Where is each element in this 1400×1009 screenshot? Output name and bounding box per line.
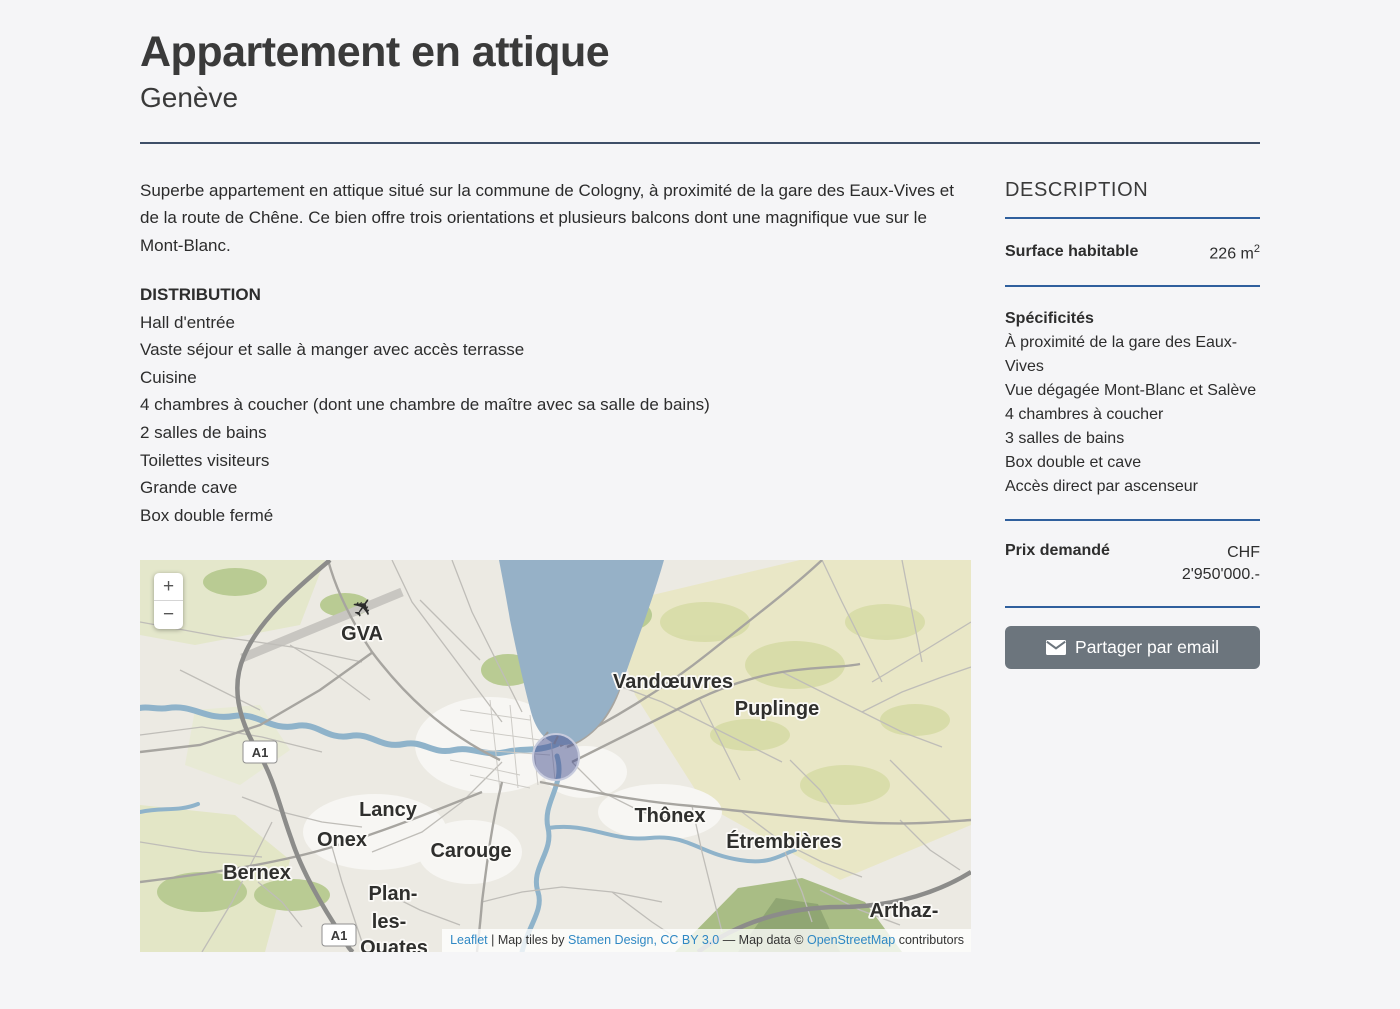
distribution-heading: DISTRIBUTION xyxy=(140,281,971,309)
map-town-label: Onex xyxy=(317,829,367,851)
spec-item: À proximité de la gare des Eaux-Vives xyxy=(1005,331,1260,379)
map-attribution: Leaflet | Map tiles by Stamen Design, CC… xyxy=(442,929,971,953)
specs-section: Spécificités À proximité de la gare des … xyxy=(1005,307,1260,499)
map-town-label: Ouates xyxy=(360,937,428,952)
zoom-in-button[interactable]: + xyxy=(154,573,183,601)
intro-paragraph: Superbe appartement en attique situé sur… xyxy=(140,177,971,260)
map-town-label: Thônex xyxy=(634,805,705,827)
property-page: Appartement en attique Genève Superbe ap… xyxy=(140,0,1260,952)
distribution-item: Grande cave xyxy=(140,474,971,502)
share-email-button[interactable]: Partager par email xyxy=(1005,626,1260,669)
cc-license-link[interactable]: CC BY 3.0 xyxy=(660,933,719,947)
map-tiles: ✈ A1 A1 GVA Vandœuvres xyxy=(140,560,971,952)
spec-item: 4 chambres à coucher xyxy=(1005,403,1260,427)
distribution-item: Toilettes visiteurs xyxy=(140,447,971,475)
osm-link[interactable]: OpenStreetMap xyxy=(807,933,895,947)
map-town-label: Arthaz- xyxy=(870,900,939,922)
page-title: Appartement en attique xyxy=(140,28,1260,76)
road-badge-a1: A1 xyxy=(322,924,356,946)
map[interactable]: ✈ A1 A1 GVA Vandœuvres xyxy=(140,560,971,952)
sidebar-heading: DESCRIPTION xyxy=(1005,179,1260,202)
map-town-label: Carouge xyxy=(430,840,511,862)
surface-value: 226 m2 xyxy=(1209,243,1260,263)
sidebar-divider xyxy=(1005,217,1260,219)
sidebar-divider xyxy=(1005,519,1260,521)
map-town-label: Puplinge xyxy=(735,698,819,720)
page-subtitle: Genève xyxy=(140,81,1260,115)
distribution-list: Hall d'entrée Vaste séjour et salle à ma… xyxy=(140,309,971,529)
email-icon xyxy=(1046,640,1066,655)
leaflet-link[interactable]: Leaflet xyxy=(450,933,488,947)
map-town-label: GVA xyxy=(341,623,383,645)
price-value: CHF 2'950'000.- xyxy=(1150,542,1260,586)
main-content: Superbe appartement en attique situé sur… xyxy=(140,177,971,952)
sidebar-divider xyxy=(1005,606,1260,608)
sidebar: DESCRIPTION Surface habitable 226 m2 Spé… xyxy=(1005,177,1260,952)
price-label: Prix demandé xyxy=(1005,542,1110,586)
map-town-label: Étrembières xyxy=(726,830,842,853)
attribution-text: | Map tiles by xyxy=(488,933,568,947)
page-header: Appartement en attique Genève xyxy=(140,28,1260,115)
specs-heading: Spécificités xyxy=(1005,307,1260,331)
svg-text:A1: A1 xyxy=(331,928,348,943)
spec-item: Box double et cave xyxy=(1005,451,1260,475)
distribution-item: 2 salles de bains xyxy=(140,419,971,447)
attribution-text: — Map data © xyxy=(719,933,807,947)
road-badge-a1: A1 xyxy=(243,741,277,763)
surface-label: Surface habitable xyxy=(1005,243,1138,263)
zoom-out-button[interactable]: − xyxy=(154,601,183,629)
header-divider xyxy=(140,142,1260,144)
distribution-item: Vaste séjour et salle à manger avec accè… xyxy=(140,336,971,364)
location-marker[interactable] xyxy=(533,734,579,780)
spec-item: Accès direct par ascenseur xyxy=(1005,475,1260,499)
spec-item: Vue dégagée Mont-Blanc et Salève xyxy=(1005,379,1260,403)
map-zoom-control: + − xyxy=(154,573,183,629)
svg-text:A1: A1 xyxy=(252,745,269,760)
map-town-label: Lancy xyxy=(359,799,418,821)
stamen-link[interactable]: Stamen Design xyxy=(568,933,653,947)
spec-item: 3 salles de bains xyxy=(1005,427,1260,451)
share-email-label: Partager par email xyxy=(1075,637,1219,658)
map-town-label: Vandœuvres xyxy=(613,671,733,693)
surface-row: Surface habitable 226 m2 xyxy=(1005,243,1260,263)
distribution-item: Hall d'entrée xyxy=(140,309,971,337)
attribution-text: contributors xyxy=(895,933,964,947)
map-town-label: Bernex xyxy=(223,862,291,884)
distribution-item: Cuisine xyxy=(140,364,971,392)
price-row: Prix demandé CHF 2'950'000.- xyxy=(1005,542,1260,586)
distribution-item: 4 chambres à coucher (dont une chambre d… xyxy=(140,391,971,419)
sidebar-divider xyxy=(1005,285,1260,287)
map-town-label: Plan- xyxy=(369,883,418,905)
distribution-item: Box double fermé xyxy=(140,502,971,530)
map-town-label: les- xyxy=(372,911,406,933)
